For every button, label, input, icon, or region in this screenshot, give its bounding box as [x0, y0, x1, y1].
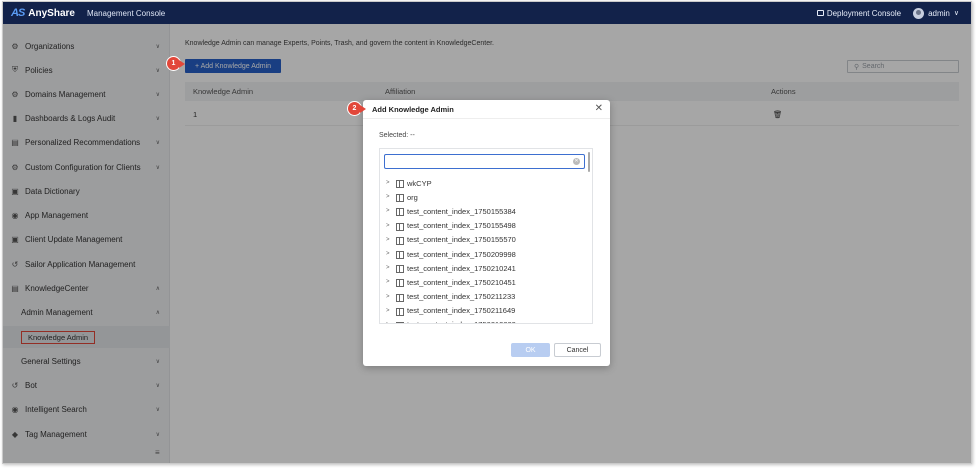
org-node-icon	[396, 250, 404, 260]
app-window: AS AnyShare Management Console Deploymen…	[2, 1, 972, 464]
logo: AS AnyShare	[11, 7, 75, 19]
chevron-right-icon[interactable]: >	[386, 251, 396, 257]
tree-node-label: test_content_index_1750155570	[407, 235, 516, 245]
tree-node[interactable]: > test_content_index_1750155384	[386, 204, 586, 218]
tree-list: > wkCYP > org > test_content_index_17501553…	[386, 176, 586, 323]
cancel-button[interactable]: Cancel	[554, 343, 601, 357]
user-menu[interactable]: admin ∨	[913, 7, 959, 19]
tree-node-label: test_content_index_1750211649	[407, 306, 516, 316]
org-node-icon	[396, 193, 404, 203]
org-node-icon	[396, 222, 404, 231]
scrollbar[interactable]	[588, 152, 590, 172]
avatar	[913, 7, 925, 19]
chevron-right-icon[interactable]: >	[386, 223, 396, 229]
ok-button[interactable]: OK	[511, 343, 550, 357]
tree-node[interactable]: > test_content_index_1750155498	[386, 219, 586, 233]
step-arrow-2	[360, 104, 366, 113]
step-arrow-1	[179, 59, 185, 68]
clear-icon[interactable]: ✕	[573, 158, 580, 165]
close-icon[interactable]: ✕	[595, 103, 603, 114]
org-tree-panel: ✕ > wkCYP > org > test_content_index_175015…	[379, 148, 593, 324]
console-title: Management Console	[86, 8, 166, 18]
top-bar: AS AnyShare Management Console Deploymen…	[3, 2, 971, 24]
org-node-icon	[396, 264, 404, 274]
tree-node[interactable]: > test_content_index_1750209998	[386, 247, 586, 261]
deployment-console-label: Deployment Console	[826, 8, 902, 18]
tree-node[interactable]: > test_content_index_1750211233	[386, 290, 586, 304]
tree-node-label: test_content_index_1750212883	[407, 320, 516, 323]
chevron-right-icon[interactable]: >	[386, 208, 396, 214]
chevron-right-icon[interactable]: >	[386, 322, 396, 323]
org-node-icon	[396, 207, 404, 217]
org-node-icon	[396, 236, 404, 245]
tree-node-label: wkCYP	[407, 178, 432, 188]
monitor-icon	[816, 10, 824, 16]
tree-node-label: test_content_index_1750155384	[407, 206, 516, 216]
tree-node[interactable]: > org	[386, 190, 586, 204]
tree-node[interactable]: > test_content_index_1750210451	[386, 275, 586, 289]
tree-search-input[interactable]: ✕	[384, 154, 585, 169]
chevron-right-icon[interactable]: >	[386, 294, 396, 300]
chevron-right-icon[interactable]: >	[386, 265, 396, 271]
tree-node[interactable]: > wkCYP	[386, 176, 586, 190]
org-node-icon	[396, 179, 404, 189]
org-node-icon	[396, 278, 404, 288]
tree-node-label: test_content_index_1750210451	[407, 277, 516, 287]
chevron-right-icon[interactable]: >	[386, 180, 396, 186]
deployment-console-link[interactable]: Deployment Console	[816, 8, 902, 18]
selected-label: Selected: --	[379, 132, 415, 139]
logo-mark: AS	[11, 7, 25, 19]
chevron-down-icon: ∨	[953, 10, 959, 17]
chevron-right-icon[interactable]: >	[386, 194, 396, 200]
org-node-icon	[396, 321, 404, 323]
tree-node-label: org	[407, 192, 418, 202]
tree-node[interactable]: > test_content_index_1750210241	[386, 261, 586, 275]
divider	[363, 118, 610, 119]
org-node-icon	[396, 307, 404, 316]
add-knowledge-admin-dialog: Add Knowledge Admin ✕ Selected: -- ✕ > wk…	[363, 100, 610, 366]
chevron-right-icon[interactable]: >	[386, 279, 396, 285]
user-name: admin	[928, 8, 950, 18]
logo-text: AnyShare	[28, 7, 75, 19]
tree-node[interactable]: > test_content_index_1750155570	[386, 233, 586, 247]
tree-node-label: test_content_index_1750210241	[407, 263, 516, 273]
tree-node-label: test_content_index_1750155498	[407, 221, 516, 231]
org-node-icon	[396, 293, 404, 302]
chevron-right-icon[interactable]: >	[386, 237, 396, 243]
chevron-right-icon[interactable]: >	[386, 308, 396, 314]
tree-node[interactable]: > test_content_index_1750211649	[386, 304, 586, 318]
tree-node[interactable]: > test_content_index_1750212883	[386, 318, 586, 323]
tree-node-label: test_content_index_1750209998	[407, 249, 516, 259]
tree-node-label: test_content_index_1750211233	[407, 292, 516, 302]
dialog-title: Add Knowledge Admin	[372, 105, 454, 114]
top-right: Deployment Console admin ∨	[816, 7, 959, 19]
